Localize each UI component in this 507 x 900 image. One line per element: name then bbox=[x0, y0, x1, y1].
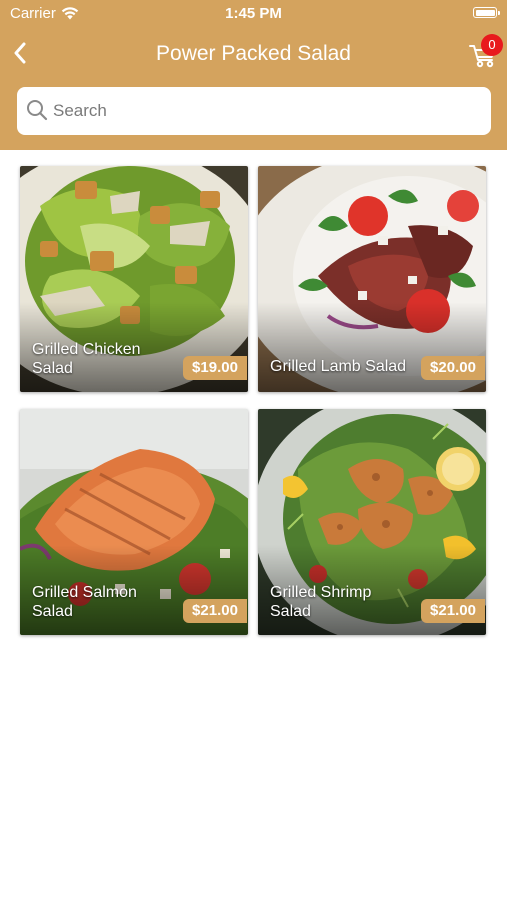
product-name: Grilled Lamb Salad bbox=[270, 358, 407, 375]
product-card[interactable]: Grilled Shrimp Salad $21.00 bbox=[258, 409, 486, 635]
product-name: Grilled Chicken Salad bbox=[32, 341, 141, 377]
price-tag: $21.00 bbox=[183, 599, 247, 623]
product-name: Grilled Shrimp Salad bbox=[270, 584, 372, 620]
product-name: Grilled Salmon Salad bbox=[32, 584, 137, 620]
price-tag: $21.00 bbox=[421, 599, 485, 623]
product-card[interactable]: Grilled Lamb Salad $20.00 bbox=[258, 166, 486, 392]
price-tag: $20.00 bbox=[421, 356, 485, 380]
product-card[interactable]: Grilled Chicken Salad $19.00 bbox=[20, 166, 248, 392]
price-tag: $19.00 bbox=[183, 356, 247, 380]
product-card[interactable]: Grilled Salmon Salad $21.00 bbox=[20, 409, 248, 635]
product-grid: Grilled Chicken Salad $19.00 Grilled Lam… bbox=[0, 0, 507, 900]
